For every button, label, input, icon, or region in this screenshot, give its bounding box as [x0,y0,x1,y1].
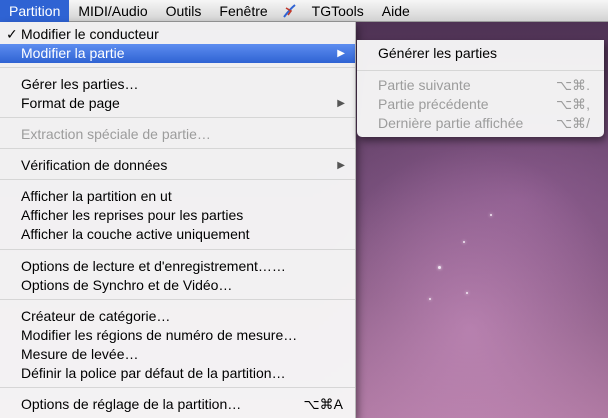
menu-item-options-de-lecture[interactable]: Options de lecture et d'enregistrement…… [0,257,355,276]
menu-item-label: Créateur de catégorie… [21,308,171,324]
checkmark-icon: ✓ [6,26,18,42]
menu-item-options-de-reglage[interactable]: Options de réglage de la partition… ⌥⌘A [0,395,355,414]
menu-item-label: Modifier la partie [21,45,125,61]
menu-item-options-de-synchro[interactable]: Options de Synchro et de Vidéo… [0,276,355,295]
keyboard-shortcut: ⌥⌘. [555,77,590,93]
menu-item-label: Options de lecture et d'enregistrement…… [21,258,286,274]
menu-item-label: Modifier le conducteur [21,26,159,42]
menu-item-label: Vérification de données [21,157,168,173]
submenu-item-derniere-partie: Dernière partie affichée ⌥⌘/ [357,114,604,133]
menu-item-modifier-la-partie[interactable]: Modifier la partie ▶ [0,44,355,63]
menu-separator [0,117,355,118]
menu-item-label: Dernière partie affichée [378,115,524,131]
menu-item-label: Modifier les régions de numéro de mesure… [21,327,298,343]
partition-menu: ✓ Modifier le conducteur Modifier la par… [0,22,356,418]
menu-separator [0,249,355,250]
menu-item-modifier-regions[interactable]: Modifier les régions de numéro de mesure… [0,326,355,345]
menu-separator [0,299,355,300]
menu-separator [0,179,355,180]
menu-item-afficher-partition-en-ut[interactable]: Afficher la partition en ut [0,187,355,206]
menubar-partition[interactable]: Partition [0,0,70,22]
star [490,214,492,216]
menu-item-label: Générer les parties [378,45,498,61]
submenu-arrow-icon: ▶ [337,160,345,171]
star [463,241,465,243]
menu-item-label: Gérer les parties… [21,76,139,92]
keyboard-shortcut: ⌥⌘A [303,396,343,412]
scripts-icon[interactable] [277,0,303,22]
submenu-item-partie-suivante: Partie suivante ⌥⌘. [357,76,604,95]
menu-separator [0,148,355,149]
menu-item-label: Partie suivante [378,77,471,93]
star [466,292,468,294]
menu-item-label: Afficher la couche active uniquement [21,226,250,242]
menu-item-afficher-reprises[interactable]: Afficher les reprises pour les parties [0,206,355,225]
menu-item-label: Options de Synchro et de Vidéo… [21,277,233,293]
menu-item-definir-police[interactable]: Définir la police par défaut de la parti… [0,364,355,383]
menu-item-verification-de-donnees[interactable]: Vérification de données ▶ [0,156,355,175]
submenu-item-partie-precedente: Partie précédente ⌥⌘, [357,95,604,114]
menubar-tgtools[interactable]: TGTools [303,0,373,22]
menubar-midi-audio[interactable]: MIDI/Audio [69,0,156,22]
menubar-outils[interactable]: Outils [157,0,211,22]
submenu-item-generer-les-parties[interactable]: Générer les parties [357,44,604,63]
menu-separator [0,67,355,68]
keyboard-shortcut: ⌥⌘, [555,96,590,112]
modifier-la-partie-submenu: Générer les parties Partie suivante ⌥⌘. … [357,40,604,137]
menu-item-format-de-page[interactable]: Format de page ▶ [0,94,355,113]
menu-bar: Partition MIDI/Audio Outils Fenêtre TGTo… [0,0,608,22]
menu-item-label: Extraction spéciale de partie… [21,126,211,142]
submenu-arrow-icon: ▶ [337,48,345,59]
keyboard-shortcut: ⌥⌘/ [555,115,590,131]
menu-item-createur-de-categorie[interactable]: Créateur de catégorie… [0,307,355,326]
scripts-icon-glyph [282,3,296,18]
menu-item-label: Mesure de levée… [21,346,139,362]
star [429,298,431,300]
menu-item-extraction-speciale: Extraction spéciale de partie… [0,125,355,144]
menu-item-label: Afficher les reprises pour les parties [21,207,244,223]
menu-item-label: Options de réglage de la partition… [21,396,242,412]
menu-item-mesure-de-levee[interactable]: Mesure de levée… [0,345,355,364]
menu-item-label: Format de page [21,95,120,111]
menubar-fenetre[interactable]: Fenêtre [210,0,276,22]
menubar-aide[interactable]: Aide [373,0,419,22]
menu-item-label: Afficher la partition en ut [21,188,172,204]
submenu-arrow-icon: ▶ [337,98,345,109]
menu-item-afficher-couche-active[interactable]: Afficher la couche active uniquement [0,225,355,244]
menu-item-gerer-les-parties[interactable]: Gérer les parties… [0,75,355,94]
star [438,266,441,269]
menu-item-label: Définir la police par défaut de la parti… [21,365,286,381]
menu-item-label: Partie précédente [378,96,489,112]
menu-separator [0,387,355,388]
menu-item-modifier-le-conducteur[interactable]: ✓ Modifier le conducteur [0,25,355,44]
menu-separator [357,70,604,71]
